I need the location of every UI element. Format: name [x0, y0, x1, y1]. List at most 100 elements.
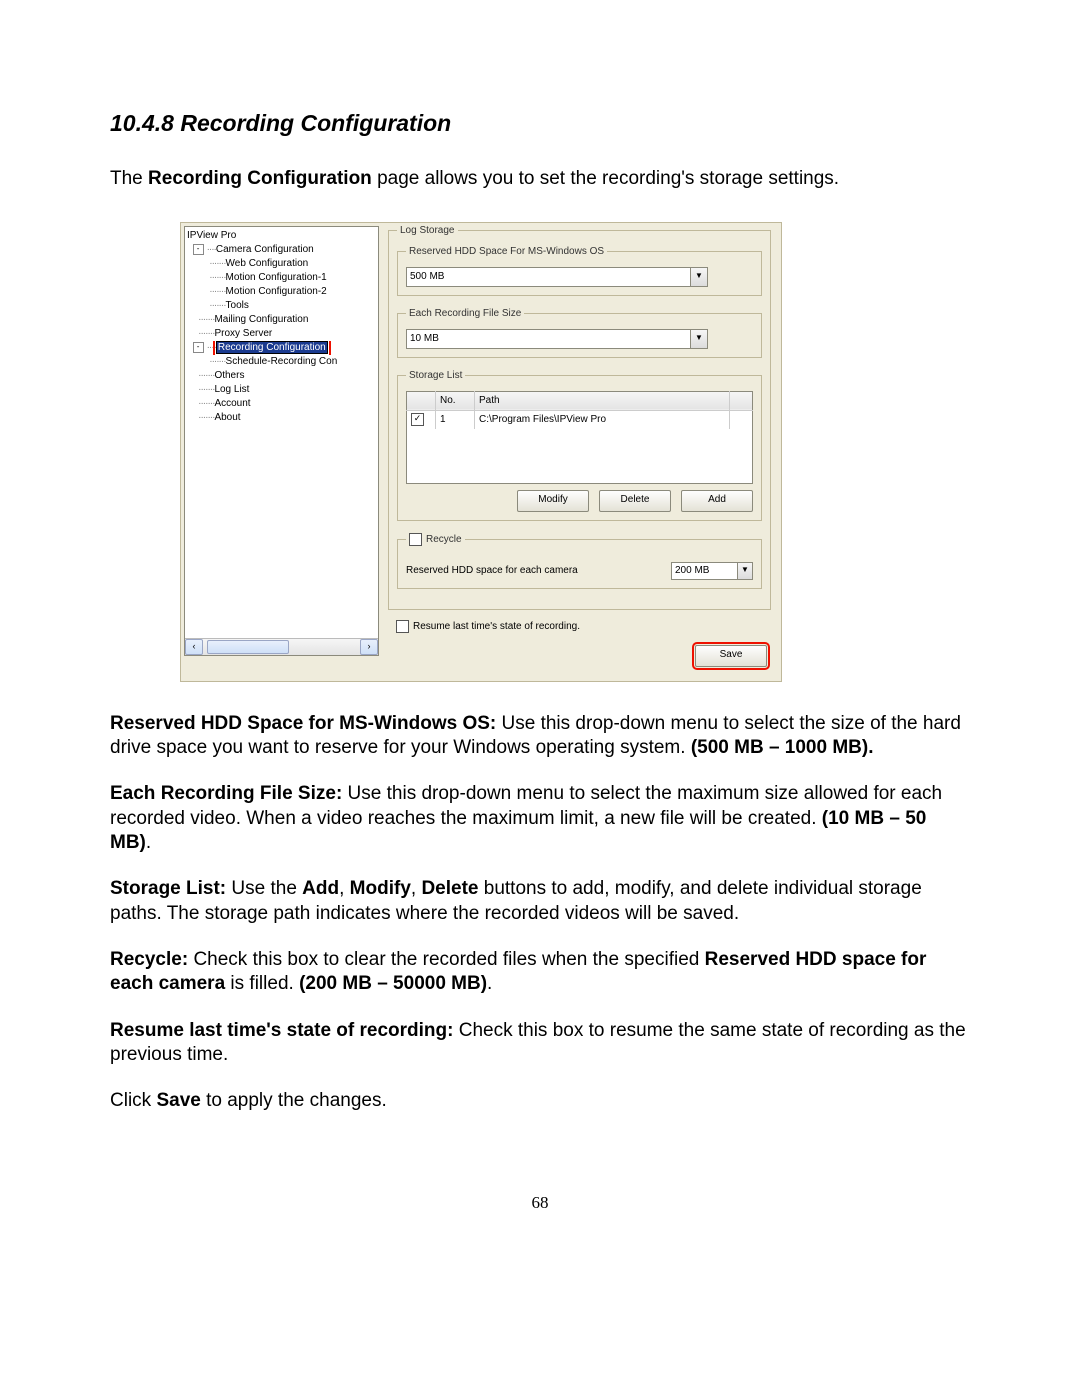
- recycle-select[interactable]: 200 MB ▼: [671, 562, 753, 580]
- para-storage-list: Storage List: Use the Add, Modify, Delet…: [110, 877, 970, 926]
- para-text: is filled.: [225, 973, 299, 994]
- recycle-checkbox[interactable]: [409, 533, 422, 546]
- reserved-hdd-value: 500 MB: [407, 271, 690, 282]
- tree-item-about[interactable]: ·······About: [185, 411, 378, 425]
- resume-checkbox[interactable]: [396, 620, 409, 633]
- scroll-thumb[interactable]: [207, 640, 289, 654]
- para-bold: Modify: [350, 878, 411, 899]
- para-bold: Recycle:: [110, 949, 188, 970]
- modify-button[interactable]: Modify: [517, 490, 589, 512]
- para-text: .: [487, 973, 492, 994]
- tree-label: Log List: [214, 384, 249, 395]
- para-bold: Reserved HDD Space for MS-Windows OS:: [110, 713, 496, 734]
- col-check[interactable]: [407, 391, 436, 410]
- recycle-group: Recycle Reserved HDD space for each came…: [397, 533, 762, 589]
- resume-label: Resume last time's state of recording.: [413, 621, 580, 632]
- delete-button[interactable]: Delete: [599, 490, 671, 512]
- recycle-legend: Recycle: [406, 533, 465, 546]
- horizontal-scrollbar[interactable]: ‹ ›: [185, 638, 378, 655]
- para-bold: Add: [302, 878, 339, 899]
- log-storage-legend: Log Storage: [397, 225, 458, 236]
- row-path: C:\Program Files\IPView Pro: [475, 410, 730, 429]
- row-check[interactable]: [407, 410, 436, 429]
- tree-item-tools[interactable]: ·······Tools: [185, 299, 378, 313]
- filesize-legend: Each Recording File Size: [406, 308, 524, 319]
- collapse-icon[interactable]: -: [193, 342, 204, 353]
- intro-text: The: [110, 168, 148, 189]
- document-page: 10.4.8 Recording Configuration The Recor…: [0, 0, 1080, 1273]
- tree-label: Others: [214, 370, 244, 381]
- tree-item-motion2[interactable]: ·······Motion Configuration-2: [185, 285, 378, 299]
- col-path[interactable]: Path: [475, 391, 730, 410]
- para-reserved-hdd: Reserved HDD Space for MS-Windows OS: Us…: [110, 712, 970, 761]
- tree-item-camera-config[interactable]: -····Camera Configuration: [185, 243, 378, 257]
- filesize-select[interactable]: 10 MB ▼: [406, 329, 708, 349]
- tree-label-selected: Recording Configuration: [216, 341, 328, 354]
- log-storage-group: Log Storage Reserved HDD Space For MS-Wi…: [388, 225, 771, 610]
- tree-root-label: IPView Pro: [187, 230, 236, 241]
- tree-label: Schedule-Recording Con: [226, 356, 338, 367]
- tree-item-loglist[interactable]: ·······Log List: [185, 383, 378, 397]
- tree-label: Motion Configuration-1: [226, 272, 327, 283]
- dropdown-icon[interactable]: ▼: [737, 563, 752, 579]
- save-button[interactable]: Save: [695, 645, 767, 667]
- tree-root[interactable]: IPView Pro: [185, 229, 378, 243]
- intro-paragraph: The Recording Configuration page allows …: [110, 167, 970, 192]
- table-row[interactable]: 1 C:\Program Files\IPView Pro: [407, 410, 753, 429]
- collapse-icon[interactable]: -: [193, 244, 204, 255]
- col-no[interactable]: No.: [436, 391, 475, 410]
- para-recycle: Recycle: Check this box to clear the rec…: [110, 948, 970, 997]
- para-text: ,: [411, 878, 422, 899]
- tree-pane: IPView Pro -····Camera Configuration ···…: [184, 226, 379, 656]
- recycle-legend-text: Recycle: [426, 534, 462, 545]
- tree-label: Camera Configuration: [216, 244, 314, 255]
- tree-item-account[interactable]: ·······Account: [185, 397, 378, 411]
- para-bold: Save: [156, 1090, 200, 1111]
- page-number: 68: [110, 1193, 970, 1213]
- tree-item-mailing[interactable]: ·······Mailing Configuration: [185, 313, 378, 327]
- resume-row: Resume last time's state of recording.: [396, 620, 771, 633]
- tree-item-recording-config[interactable]: -····Recording Configuration: [185, 341, 378, 355]
- para-bold: Each Recording File Size:: [110, 783, 342, 804]
- para-text: Use the: [226, 878, 302, 899]
- tree-label: Mailing Configuration: [214, 314, 308, 325]
- para-text: Click: [110, 1090, 156, 1111]
- tree-label: Motion Configuration-2: [226, 286, 327, 297]
- para-bold: (500 MB – 1000 MB).: [691, 737, 874, 758]
- section-heading: 10.4.8 Recording Configuration: [110, 110, 970, 137]
- tree-label: Web Configuration: [226, 258, 309, 269]
- reserved-hdd-legend: Reserved HDD Space For MS-Windows OS: [406, 246, 607, 257]
- intro-text-post: page allows you to set the recording's s…: [372, 168, 839, 189]
- embedded-screenshot: IPView Pro -····Camera Configuration ···…: [180, 222, 782, 682]
- tree-item-proxy[interactable]: ·······Proxy Server: [185, 327, 378, 341]
- recycle-value: 200 MB: [672, 565, 737, 576]
- tree-item-web-config[interactable]: ·······Web Configuration: [185, 257, 378, 271]
- tree-item-motion1[interactable]: ·······Motion Configuration-1: [185, 271, 378, 285]
- para-bold: Resume last time's state of recording:: [110, 1020, 453, 1041]
- table-empty: [407, 429, 753, 484]
- storage-list-legend: Storage List: [406, 370, 465, 381]
- dropdown-icon[interactable]: ▼: [690, 268, 707, 286]
- para-text: Check this box to clear the recorded fil…: [188, 949, 704, 970]
- para-text: .: [146, 832, 151, 853]
- recycle-label: Reserved HDD space for each camera: [406, 565, 578, 576]
- para-resume: Resume last time's state of recording: C…: [110, 1019, 970, 1068]
- reserved-hdd-select[interactable]: 500 MB ▼: [406, 267, 708, 287]
- para-bold: Storage List:: [110, 878, 226, 899]
- filesize-value: 10 MB: [407, 333, 690, 344]
- add-button[interactable]: Add: [681, 490, 753, 512]
- tree-item-schedule[interactable]: ·······Schedule-Recording Con: [185, 355, 378, 369]
- para-text: to apply the changes.: [201, 1090, 387, 1111]
- reserved-hdd-group: Reserved HDD Space For MS-Windows OS 500…: [397, 246, 762, 296]
- para-bold: Delete: [421, 878, 478, 899]
- checkbox-checked-icon[interactable]: [411, 413, 424, 426]
- intro-bold: Recording Configuration: [148, 168, 372, 189]
- scroll-left-icon[interactable]: ‹: [185, 639, 203, 655]
- tree-item-others[interactable]: ·······Others: [185, 369, 378, 383]
- tree-label: Account: [214, 398, 250, 409]
- settings-pane: Log Storage Reserved HDD Space For MS-Wi…: [382, 223, 781, 681]
- dropdown-icon[interactable]: ▼: [690, 330, 707, 348]
- para-filesize: Each Recording File Size: Use this drop-…: [110, 782, 970, 855]
- scroll-right-icon[interactable]: ›: [360, 639, 378, 655]
- para-save: Click Save to apply the changes.: [110, 1089, 970, 1113]
